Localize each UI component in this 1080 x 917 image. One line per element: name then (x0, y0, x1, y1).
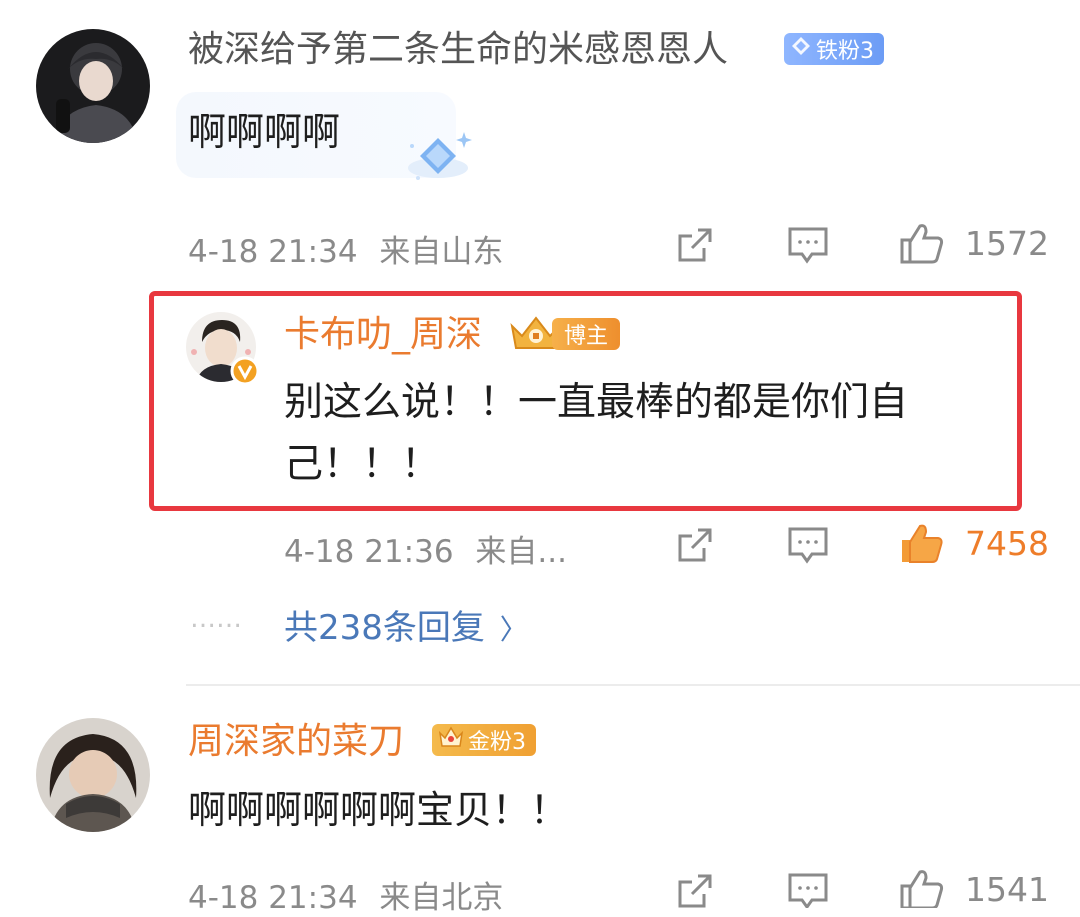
reply-username[interactable]: 卡布叻_周深 (284, 313, 482, 357)
timestamp: 4-18 21:34 (188, 234, 358, 270)
like-icon[interactable] (898, 866, 946, 908)
share-icon[interactable] (674, 870, 716, 908)
location: 来自北京 (379, 880, 504, 916)
badge-label: 博主 (564, 324, 609, 349)
comment-icon[interactable] (786, 524, 830, 566)
more-replies-link[interactable]: 共238条回复 〉 (284, 600, 528, 649)
like-count: 7458 (965, 524, 1049, 563)
crown-icon (438, 725, 464, 755)
comment-icon[interactable] (786, 224, 830, 266)
location: 来自山东 (379, 234, 504, 270)
fan-badge[interactable]: 金粉3 (432, 724, 536, 756)
comment-icon[interactable] (786, 870, 830, 908)
location: 来自... (475, 534, 567, 570)
like-icon[interactable] (898, 520, 946, 566)
comment-text: 啊啊啊啊啊啊宝贝！！ (188, 788, 569, 832)
reply-text-line1: 别这么说！！一直最棒的都是你们自 (284, 380, 909, 425)
timestamp: 4-18 21:36 (284, 534, 454, 570)
more-replies-label: 共238条回复 (284, 608, 485, 648)
avatar[interactable] (36, 29, 150, 143)
share-icon[interactable] (674, 224, 716, 266)
more-replies-dots: …… (190, 604, 242, 634)
reply-meta: 4-18 21:36 来自... (284, 526, 567, 571)
avatar[interactable] (36, 718, 150, 832)
share-icon[interactable] (674, 524, 716, 566)
comment-meta: 4-18 21:34 来自北京 (188, 872, 503, 917)
badge-label: 金粉3 (468, 730, 526, 755)
comment-meta: 4-18 21:34 来自山东 (188, 226, 503, 271)
divider (186, 684, 1080, 686)
comment-username[interactable]: 被深给予第二条生命的米感恩恩人 (188, 28, 728, 72)
chevron-right-icon: 〉 (499, 613, 528, 646)
blogger-badge[interactable]: 博主 (552, 318, 621, 350)
comment-text: 啊啊啊啊 (188, 110, 341, 154)
reply-text-line2: 己！！！ (284, 442, 441, 487)
like-count: 1572 (965, 224, 1049, 263)
like-icon[interactable] (898, 220, 946, 266)
badge-label: 铁粉3 (816, 39, 874, 64)
fan-badge[interactable]: 铁粉3 (784, 33, 884, 65)
comment-username[interactable]: 周深家的菜刀 (188, 720, 404, 764)
like-count: 1541 (965, 870, 1049, 909)
diamond-icon (790, 35, 812, 63)
diamond-icon (404, 128, 476, 190)
verified-icon (230, 356, 260, 390)
timestamp: 4-18 21:34 (188, 880, 358, 916)
